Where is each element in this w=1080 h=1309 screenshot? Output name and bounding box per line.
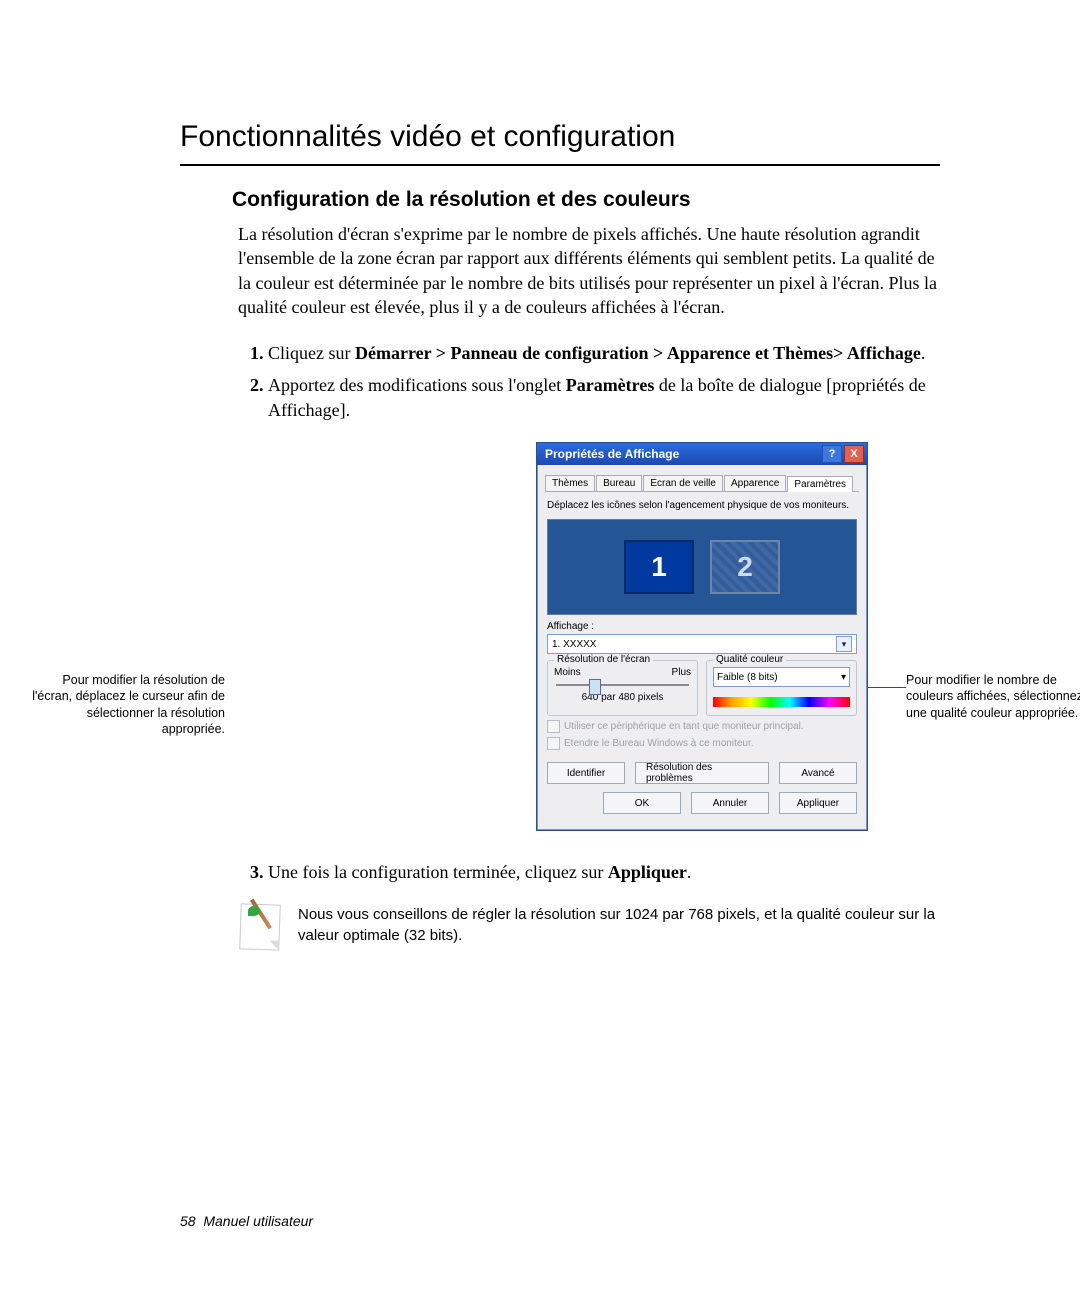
- resolution-fieldset: Résolution de l'écran Moins Plus 640 par…: [547, 660, 698, 716]
- resolution-slider[interactable]: [556, 684, 689, 686]
- res-min: Moins: [554, 667, 581, 678]
- tab-appearance[interactable]: Apparence: [724, 475, 786, 491]
- color-spectrum: [713, 697, 850, 707]
- section-title: Configuration de la résolution et des co…: [232, 188, 940, 212]
- monitor-2[interactable]: 2: [710, 540, 780, 594]
- display-value: 1. XXXXX: [552, 639, 596, 650]
- slider-thumb[interactable]: [589, 679, 601, 695]
- page-number: 58: [180, 1213, 196, 1229]
- primary-monitor-checkbox-row: Utiliser ce périphérique en tant que mon…: [547, 720, 857, 733]
- extend-desktop-checkbox[interactable]: [547, 737, 560, 750]
- step3-suffix: .: [687, 862, 692, 882]
- chapter-title: Fonctionnalités vidéo et configuration: [180, 120, 940, 154]
- chapter-rule: [180, 164, 940, 166]
- tab-bureau[interactable]: Bureau: [596, 475, 642, 491]
- tab-themes[interactable]: Thèmes: [545, 475, 595, 491]
- step2-prefix: Apportez des modifications sous l'onglet: [268, 375, 566, 395]
- callout-resolution: Pour modifier la résolution de l'écran, …: [25, 672, 225, 737]
- step1-suffix: .: [921, 343, 926, 363]
- intro-paragraph: La résolution d'écran s'exprime par le n…: [238, 222, 940, 319]
- cancel-button[interactable]: Annuler: [691, 792, 769, 814]
- ok-button[interactable]: OK: [603, 792, 681, 814]
- step-2: Apportez des modifications sous l'onglet…: [268, 373, 940, 422]
- step1-prefix: Cliquez sur: [268, 343, 355, 363]
- color-fieldset: Qualité couleur Faible (8 bits) ▾: [706, 660, 857, 716]
- step-1: Cliquez sur Démarrer > Panneau de config…: [268, 341, 940, 365]
- monitor-instruction: Déplacez les icônes selon l'agencement p…: [547, 500, 857, 511]
- monitor-preview[interactable]: 1 2: [547, 519, 857, 615]
- step-3: Une fois la configuration terminée, cliq…: [268, 860, 940, 884]
- display-combo[interactable]: 1. XXXXX ▾: [547, 634, 857, 654]
- color-value: Faible (8 bits): [717, 672, 778, 683]
- resolution-value: 640 par 480 pixels: [554, 692, 691, 703]
- callout-color: Pour modifier le nombre de couleurs affi…: [906, 672, 1080, 721]
- display-label: Affichage :: [547, 621, 857, 632]
- primary-monitor-checkbox[interactable]: [547, 720, 560, 733]
- monitor-1[interactable]: 1: [624, 540, 694, 594]
- chevron-down-icon[interactable]: ▾: [841, 672, 846, 683]
- close-button[interactable]: X: [844, 445, 864, 463]
- extend-desktop-checkbox-row: Etendre le Bureau Windows à ce moniteur.: [547, 737, 857, 750]
- tab-settings[interactable]: Paramètres: [787, 476, 853, 492]
- dialog-title: Propriétés de Affichage: [545, 447, 820, 461]
- extend-desktop-label: Etendre le Bureau Windows à ce moniteur.: [564, 738, 754, 749]
- footer-label: Manuel utilisateur: [203, 1213, 313, 1229]
- help-button[interactable]: ?: [822, 445, 842, 463]
- identify-button[interactable]: Identifier: [547, 762, 625, 784]
- step3-prefix: Une fois la configuration terminée, cliq…: [268, 862, 608, 882]
- chevron-down-icon[interactable]: ▾: [836, 636, 852, 652]
- step3-bold: Appliquer: [608, 862, 687, 882]
- troubleshoot-button[interactable]: Résolution des problèmes: [635, 762, 769, 784]
- primary-monitor-label: Utiliser ce périphérique en tant que mon…: [564, 721, 804, 732]
- apply-button[interactable]: Appliquer: [779, 792, 857, 814]
- res-max: Plus: [672, 667, 691, 678]
- page-footer: 58 Manuel utilisateur: [180, 1213, 313, 1229]
- color-legend: Qualité couleur: [713, 654, 786, 665]
- display-properties-dialog: Propriétés de Affichage ? X Thèmes Burea…: [536, 442, 868, 831]
- tab-screensaver[interactable]: Ecran de veille: [643, 475, 723, 491]
- step2-bold: Paramètres: [566, 375, 655, 395]
- dialog-titlebar: Propriétés de Affichage ? X: [537, 443, 867, 465]
- resolution-legend: Résolution de l'écran: [554, 654, 653, 665]
- note-text: Nous vous conseillons de régler la résol…: [298, 904, 940, 950]
- step1-bold: Démarrer > Panneau de configuration > Ap…: [355, 343, 921, 363]
- dialog-tabs: Thèmes Bureau Ecran de veille Apparence …: [545, 475, 859, 492]
- note-icon: [240, 904, 280, 950]
- advanced-button[interactable]: Avancé: [779, 762, 857, 784]
- color-combo[interactable]: Faible (8 bits) ▾: [713, 667, 850, 687]
